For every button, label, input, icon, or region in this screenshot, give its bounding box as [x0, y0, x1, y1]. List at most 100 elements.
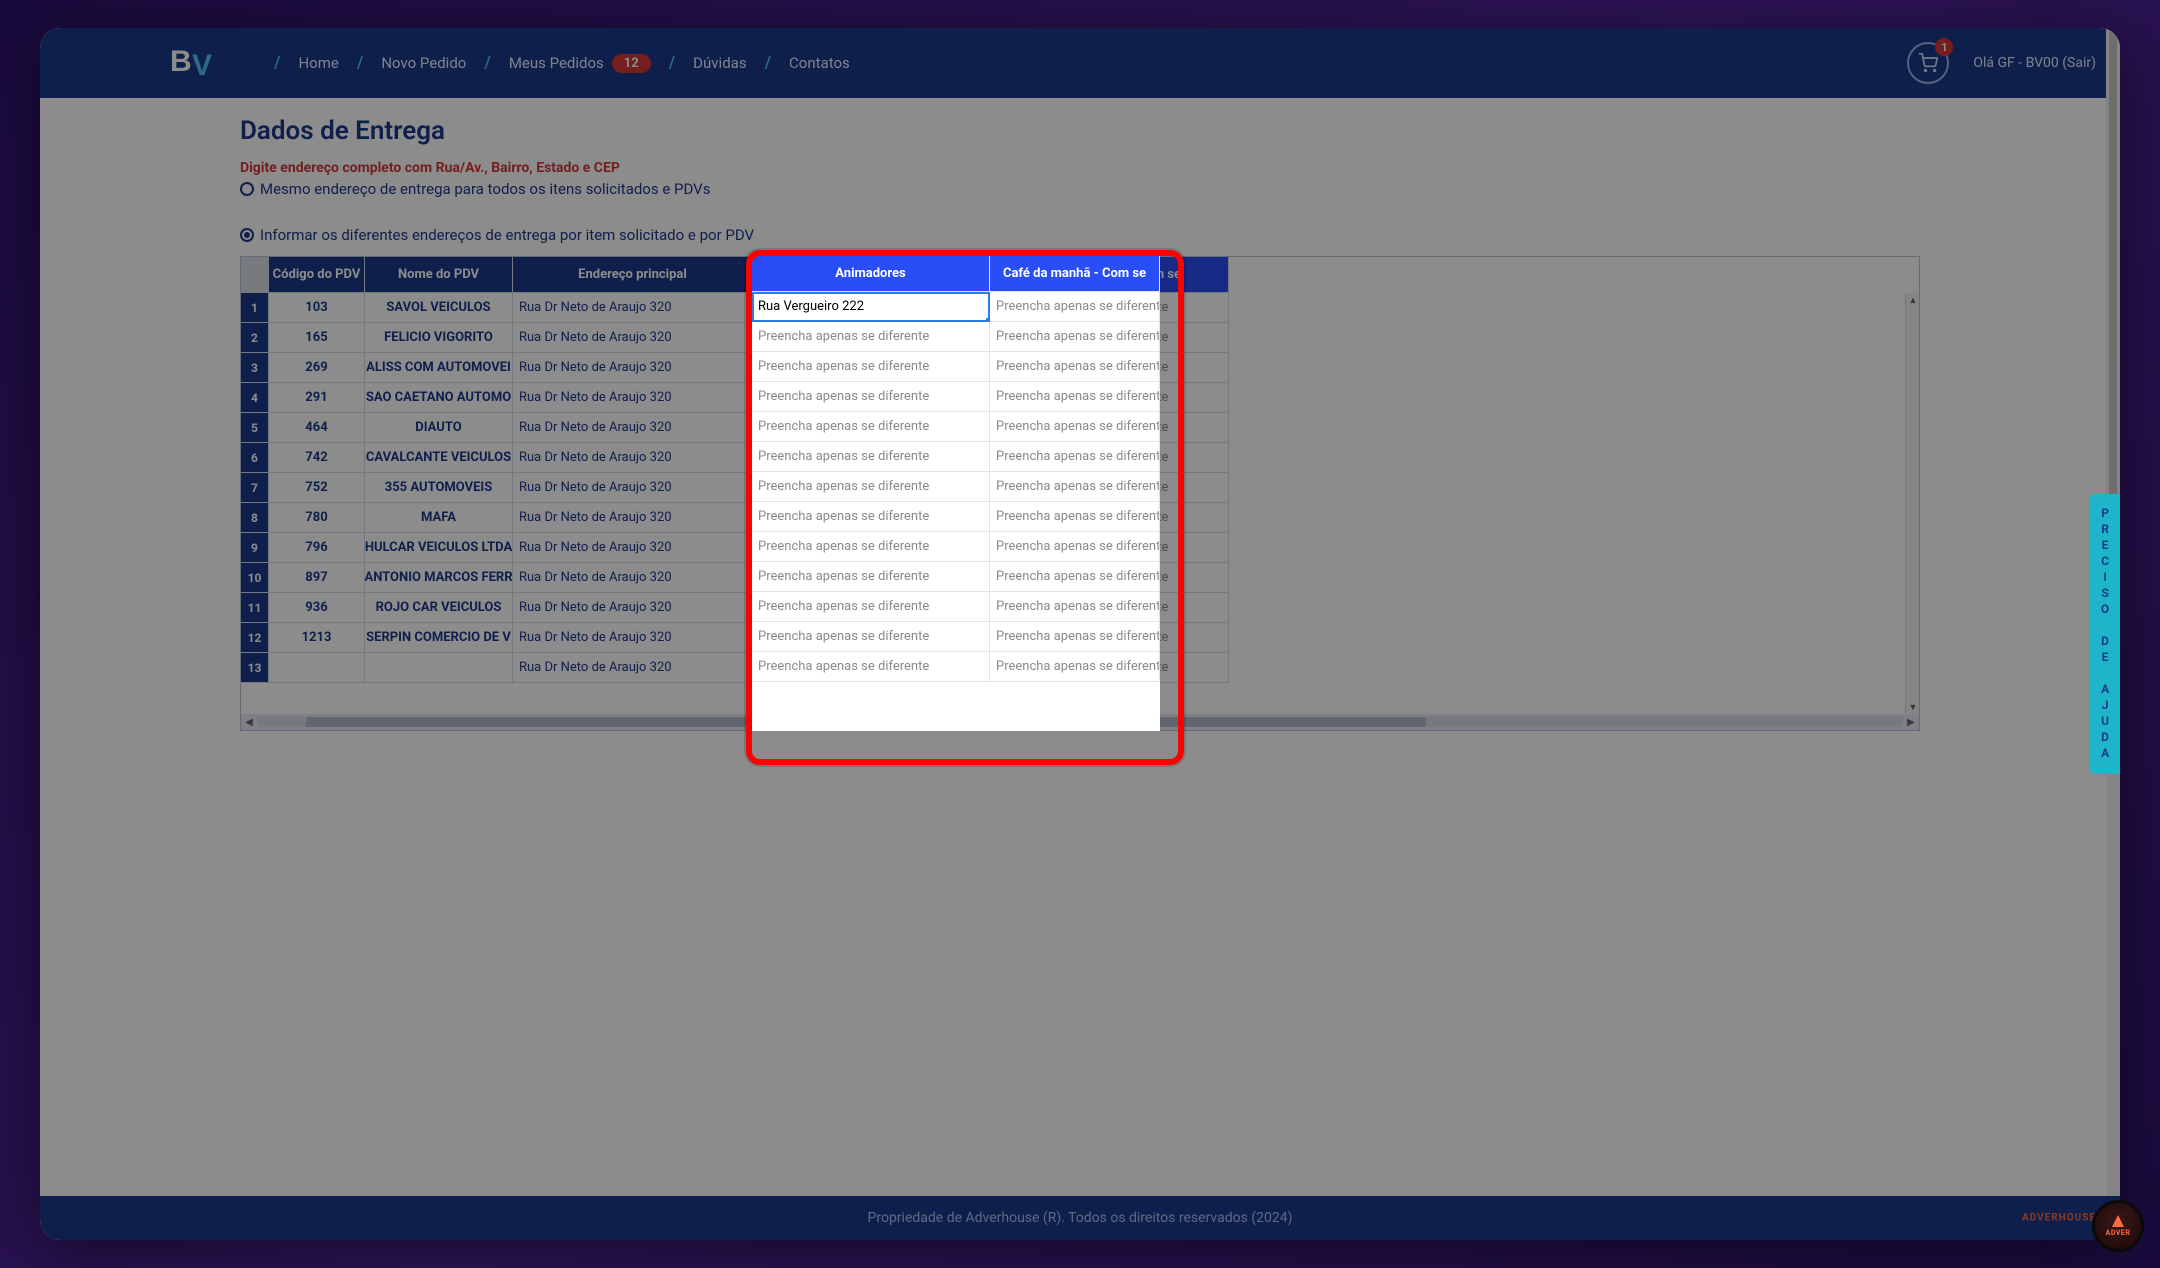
cell-cafe-input[interactable]: Preencha apenas se diferente: [990, 352, 1160, 382]
cell-codigo[interactable]: 103: [269, 293, 365, 323]
cell-endereco[interactable]: Rua Dr Neto de Araujo 320: [513, 323, 753, 353]
col-header-animadores[interactable]: Animadores: [752, 256, 990, 292]
cell-endereco[interactable]: Rua Dr Neto de Araujo 320: [513, 533, 753, 563]
user-greeting[interactable]: Olá GF - BV00 (Sair): [1973, 55, 2096, 71]
nav-duvidas[interactable]: Dúvidas: [693, 54, 746, 72]
cell-endereco[interactable]: Rua Dr Neto de Araujo 320: [513, 353, 753, 383]
row-number[interactable]: 3: [241, 353, 269, 383]
brand-badge[interactable]: ADVER: [2092, 1200, 2144, 1252]
row-number[interactable]: 4: [241, 383, 269, 413]
row-number[interactable]: 7: [241, 473, 269, 503]
cell-animadores-input[interactable]: Preencha apenas se diferente: [752, 532, 990, 562]
cell-animadores-input[interactable]: Preencha apenas se diferente: [752, 652, 990, 682]
cart-button[interactable]: 1: [1907, 42, 1949, 84]
cell-nome[interactable]: MAFA: [365, 503, 513, 533]
col-header-codigo[interactable]: Código do PDV: [269, 257, 365, 293]
cell-endereco[interactable]: Rua Dr Neto de Araujo 320: [513, 653, 753, 683]
grid-vertical-scrollbar[interactable]: ▲ ▼: [1905, 293, 1919, 714]
radio-diff-address[interactable]: Informar os diferentes endereços de entr…: [240, 226, 1920, 244]
cell-endereco[interactable]: Rua Dr Neto de Araujo 320: [513, 293, 753, 323]
cell-nome[interactable]: ANTONIO MARCOS FERR: [365, 563, 513, 593]
cell-nome[interactable]: DIAUTO: [365, 413, 513, 443]
row-number[interactable]: 6: [241, 443, 269, 473]
cell-nome[interactable]: ROJO CAR VEICULOS: [365, 593, 513, 623]
cell-animadores-input[interactable]: Preencha apenas se diferente: [752, 622, 990, 652]
logo[interactable]: B V: [170, 41, 230, 85]
cell-endereco[interactable]: Rua Dr Neto de Araujo 320: [513, 473, 753, 503]
row-number[interactable]: 8: [241, 503, 269, 533]
cell-nome[interactable]: SAO CAETANO AUTOMO: [365, 383, 513, 413]
scroll-right-icon[interactable]: ▶: [1903, 714, 1919, 730]
row-number[interactable]: 13: [241, 653, 269, 683]
nav-meus-pedidos[interactable]: Meus Pedidos 12: [509, 54, 651, 73]
row-number[interactable]: 2: [241, 323, 269, 353]
cell-endereco[interactable]: Rua Dr Neto de Araujo 320: [513, 623, 753, 653]
col-header-endereco[interactable]: Endereço principal: [513, 257, 753, 293]
scroll-up-icon[interactable]: ▲: [1906, 293, 1920, 307]
cell-cafe-input[interactable]: Preencha apenas se diferente: [990, 592, 1160, 622]
nav-home[interactable]: Home: [298, 54, 338, 72]
nav-contatos[interactable]: Contatos: [789, 54, 850, 72]
cell-cafe-input[interactable]: Preencha apenas se diferente: [990, 532, 1160, 562]
row-number[interactable]: 1: [241, 293, 269, 323]
cell-endereco[interactable]: Rua Dr Neto de Araujo 320: [513, 383, 753, 413]
scroll-down-icon[interactable]: ▼: [1906, 700, 1920, 714]
cell-cafe-input[interactable]: Preencha apenas se diferente: [990, 322, 1160, 352]
cell-endereco[interactable]: Rua Dr Neto de Araujo 320: [513, 593, 753, 623]
scroll-left-icon[interactable]: ◀: [241, 714, 257, 730]
cell-codigo[interactable]: 752: [269, 473, 365, 503]
cell-cafe-input[interactable]: Preencha apenas se diferente: [990, 382, 1160, 412]
cell-cafe-input[interactable]: Preencha apenas se diferente: [990, 292, 1160, 322]
row-number[interactable]: 5: [241, 413, 269, 443]
cell-codigo[interactable]: [269, 653, 365, 683]
cell-codigo[interactable]: 1213: [269, 623, 365, 653]
cell-endereco[interactable]: Rua Dr Neto de Araujo 320: [513, 563, 753, 593]
cell-codigo[interactable]: 780: [269, 503, 365, 533]
cell-codigo[interactable]: 291: [269, 383, 365, 413]
cell-animadores-input[interactable]: Preencha apenas se diferente: [752, 412, 990, 442]
cell-nome[interactable]: SAVOL VEICULOS: [365, 293, 513, 323]
cell-codigo[interactable]: 742: [269, 443, 365, 473]
row-number[interactable]: 11: [241, 593, 269, 623]
cell-endereco[interactable]: Rua Dr Neto de Araujo 320: [513, 443, 753, 473]
cell-cafe-input[interactable]: Preencha apenas se diferente: [990, 472, 1160, 502]
cell-nome[interactable]: ALISS COM AUTOMOVEI: [365, 353, 513, 383]
cell-nome[interactable]: FELICIO VIGORITO: [365, 323, 513, 353]
row-number[interactable]: 10: [241, 563, 269, 593]
cell-animadores-input[interactable]: Rua Vergueiro 222: [752, 292, 990, 322]
cell-animadores-input[interactable]: Preencha apenas se diferente: [752, 382, 990, 412]
cell-cafe-input[interactable]: Preencha apenas se diferente: [990, 442, 1160, 472]
cell-nome[interactable]: SERPIN COMERCIO DE V: [365, 623, 513, 653]
row-number[interactable]: 12: [241, 623, 269, 653]
cell-nome[interactable]: CAVALCANTE VEICULOS: [365, 443, 513, 473]
cell-cafe-input[interactable]: Preencha apenas se diferente: [990, 412, 1160, 442]
cell-animadores-input[interactable]: Preencha apenas se diferente: [752, 442, 990, 472]
col-header-nome[interactable]: Nome do PDV: [365, 257, 513, 293]
col-header-cafe[interactable]: Café da manhã - Com se: [990, 256, 1160, 292]
cell-cafe-input[interactable]: Preencha apenas se diferente: [990, 562, 1160, 592]
cell-endereco[interactable]: Rua Dr Neto de Araujo 320: [513, 413, 753, 443]
radio-same-address[interactable]: Mesmo endereço de entrega para todos os …: [240, 180, 1920, 198]
help-tab[interactable]: PRECISO DE AJUDA: [2089, 494, 2120, 774]
cell-animadores-input[interactable]: Preencha apenas se diferente: [752, 562, 990, 592]
cell-cafe-input[interactable]: Preencha apenas se diferente: [990, 652, 1160, 682]
cell-animadores-input[interactable]: Preencha apenas se diferente: [752, 472, 990, 502]
cell-codigo[interactable]: 269: [269, 353, 365, 383]
cell-cafe-input[interactable]: Preencha apenas se diferente: [990, 502, 1160, 532]
cell-codigo[interactable]: 165: [269, 323, 365, 353]
cell-animadores-input[interactable]: Preencha apenas se diferente: [752, 322, 990, 352]
cell-animadores-input[interactable]: Preencha apenas se diferente: [752, 592, 990, 622]
cell-nome[interactable]: HULCAR VEICULOS LTDA: [365, 533, 513, 563]
cell-codigo[interactable]: 796: [269, 533, 365, 563]
cell-animadores-input[interactable]: Preencha apenas se diferente: [752, 352, 990, 382]
cell-codigo[interactable]: 936: [269, 593, 365, 623]
row-number[interactable]: 9: [241, 533, 269, 563]
cell-nome[interactable]: [365, 653, 513, 683]
nav-novo-pedido[interactable]: Novo Pedido: [381, 54, 466, 72]
cell-codigo[interactable]: 897: [269, 563, 365, 593]
cell-animadores-input[interactable]: Preencha apenas se diferente: [752, 502, 990, 532]
cell-cafe-input[interactable]: Preencha apenas se diferente: [990, 622, 1160, 652]
cell-codigo[interactable]: 464: [269, 413, 365, 443]
cell-nome[interactable]: 355 AUTOMOVEIS: [365, 473, 513, 503]
cell-endereco[interactable]: Rua Dr Neto de Araujo 320: [513, 503, 753, 533]
